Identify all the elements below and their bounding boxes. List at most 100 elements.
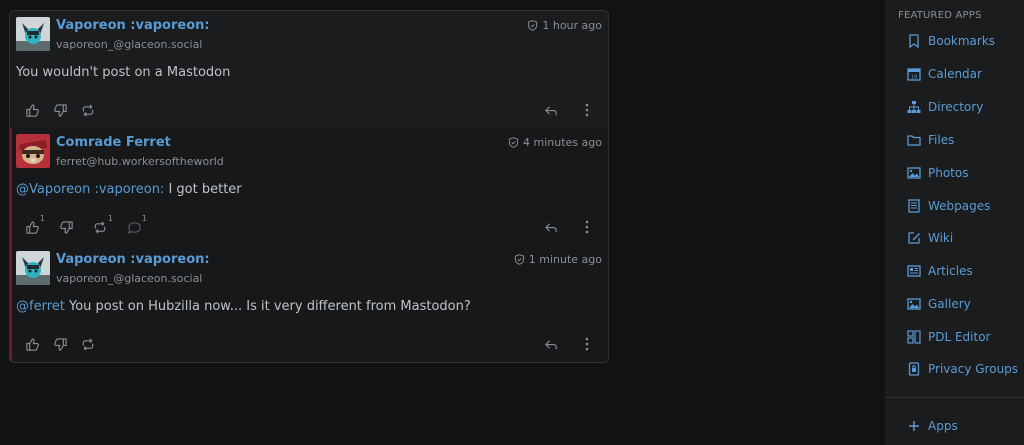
apps-label: Apps xyxy=(928,419,958,433)
reply-icon xyxy=(544,220,559,235)
apps-button[interactable]: Apps xyxy=(907,417,1022,435)
repeat-icon xyxy=(92,220,108,235)
thumbs-up-icon xyxy=(25,337,40,352)
featured-apps-sidebar: FEATURED APPS Bookmarks 19 Calendar Dire… xyxy=(885,0,1024,445)
like-button[interactable] xyxy=(23,101,41,119)
sidebar-item-pdl-editor[interactable]: PDL Editor xyxy=(907,328,1022,346)
post-handle: ferret@hub.workersoftheworld xyxy=(56,155,224,168)
mention-link[interactable]: @Vaporeon :vaporeon: xyxy=(16,182,164,197)
post-actions xyxy=(23,335,97,353)
sidebar-title: FEATURED APPS xyxy=(898,10,982,21)
folder-icon xyxy=(907,133,921,147)
more-options-button[interactable] xyxy=(578,335,596,353)
thumbs-down-icon xyxy=(59,220,74,235)
sidebar-item-privacy-groups[interactable]: Privacy Groups xyxy=(907,360,1022,378)
comment-button[interactable]: 1 xyxy=(125,214,147,236)
mention-link[interactable]: @ferret xyxy=(16,299,65,314)
post-text: You post on Hubzilla now... Is it very d… xyxy=(64,299,471,314)
reply-button[interactable] xyxy=(542,101,560,119)
dislike-button[interactable] xyxy=(57,218,75,236)
like-button[interactable]: 1 xyxy=(23,214,45,236)
sidebar-item-label: Webpages xyxy=(928,199,991,213)
post-handle: vaporeon_@glaceon.social xyxy=(56,272,203,285)
reply-icon xyxy=(544,103,559,118)
dislike-button[interactable] xyxy=(51,101,69,119)
calendar-icon: 19 xyxy=(907,67,921,81)
avatar[interactable] xyxy=(16,251,50,285)
sidebar-item-label: Bookmarks xyxy=(928,34,996,48)
reply-icon xyxy=(544,337,559,352)
sidebar-item-photos[interactable]: Photos xyxy=(907,164,1022,182)
like-button[interactable] xyxy=(23,335,41,353)
svg-text:19: 19 xyxy=(911,75,917,81)
avatar[interactable] xyxy=(16,134,50,168)
repeat-button[interactable] xyxy=(79,335,97,353)
post-actions xyxy=(23,101,97,119)
like-count: 1 xyxy=(39,214,45,223)
post-timestamp: 4 minutes ago xyxy=(523,136,602,149)
sidebar-item-label: Calendar xyxy=(928,67,982,81)
image-icon xyxy=(907,297,921,311)
post: Vaporeon :vaporeon: vaporeon_@glaceon.so… xyxy=(10,245,608,362)
shield-icon xyxy=(514,254,525,265)
sidebar-item-label: Articles xyxy=(928,264,973,278)
post: Vaporeon :vaporeon: vaporeon_@glaceon.so… xyxy=(10,11,608,128)
sitemap-icon xyxy=(907,100,921,114)
post-timestamp: 1 hour ago xyxy=(542,19,602,32)
shield-icon xyxy=(508,137,519,148)
sidebar-item-webpages[interactable]: Webpages xyxy=(907,197,1022,215)
conversation-thread: Vaporeon :vaporeon: vaporeon_@glaceon.so… xyxy=(9,10,609,363)
document-icon xyxy=(907,199,921,213)
kebab-menu-icon xyxy=(585,337,589,351)
repeat-icon xyxy=(80,103,96,118)
post-body: You wouldn't post on a Mastodon xyxy=(16,65,230,80)
lock-icon xyxy=(907,362,921,376)
post: Comrade Ferret ferret@hub.workersofthewo… xyxy=(10,128,608,245)
post-text: I got better xyxy=(164,182,242,197)
sidebar-item-label: Photos xyxy=(928,166,969,180)
post-right-actions xyxy=(542,218,596,236)
reply-button[interactable] xyxy=(542,335,560,353)
dislike-button[interactable] xyxy=(51,335,69,353)
sidebar-item-bookmarks[interactable]: Bookmarks xyxy=(907,32,1022,50)
post-time: 1 hour ago xyxy=(527,19,602,32)
post-author[interactable]: Comrade Ferret xyxy=(56,135,171,150)
sidebar-item-gallery[interactable]: Gallery xyxy=(907,295,1022,313)
post-right-actions xyxy=(542,335,596,353)
sidebar-item-calendar[interactable]: 19 Calendar xyxy=(907,65,1022,83)
newspaper-icon xyxy=(907,264,921,278)
more-options-button[interactable] xyxy=(578,218,596,236)
kebab-menu-icon xyxy=(585,220,589,234)
reply-button[interactable] xyxy=(542,218,560,236)
post-right-actions xyxy=(542,101,596,119)
thumbs-down-icon xyxy=(53,103,68,118)
sidebar-divider xyxy=(885,397,1024,398)
sidebar-item-label: Files xyxy=(928,133,955,147)
thumbs-up-icon xyxy=(25,103,40,118)
post-author[interactable]: Vaporeon :vaporeon: xyxy=(56,252,210,267)
comment-icon xyxy=(127,220,142,235)
sidebar-item-directory[interactable]: Directory xyxy=(907,98,1022,116)
sidebar-item-label: Wiki xyxy=(928,231,954,245)
repeat-count: 1 xyxy=(107,214,113,223)
pencil-square-icon xyxy=(907,231,921,245)
sidebar-item-wiki[interactable]: Wiki xyxy=(907,229,1022,247)
post-text: You wouldn't post on a Mastodon xyxy=(16,65,231,80)
layout-icon xyxy=(907,330,921,344)
repeat-icon xyxy=(80,337,96,352)
post-handle: vaporeon_@glaceon.social xyxy=(56,38,203,51)
post-time: 4 minutes ago xyxy=(508,136,602,149)
image-icon xyxy=(907,166,921,180)
sidebar-item-label: PDL Editor xyxy=(928,330,991,344)
post-body: @Vaporeon :vaporeon: I got better xyxy=(16,182,242,197)
avatar[interactable] xyxy=(16,17,50,51)
post-timestamp: 1 minute ago xyxy=(528,253,602,266)
sidebar-item-articles[interactable]: Articles xyxy=(907,262,1022,280)
repeat-button[interactable] xyxy=(79,101,97,119)
sidebar-item-files[interactable]: Files xyxy=(907,131,1022,149)
sidebar-item-label: Gallery xyxy=(928,297,971,311)
bookmark-icon xyxy=(907,34,921,48)
repeat-button[interactable]: 1 xyxy=(91,214,113,236)
more-options-button[interactable] xyxy=(578,101,596,119)
post-author[interactable]: Vaporeon :vaporeon: xyxy=(56,18,210,33)
